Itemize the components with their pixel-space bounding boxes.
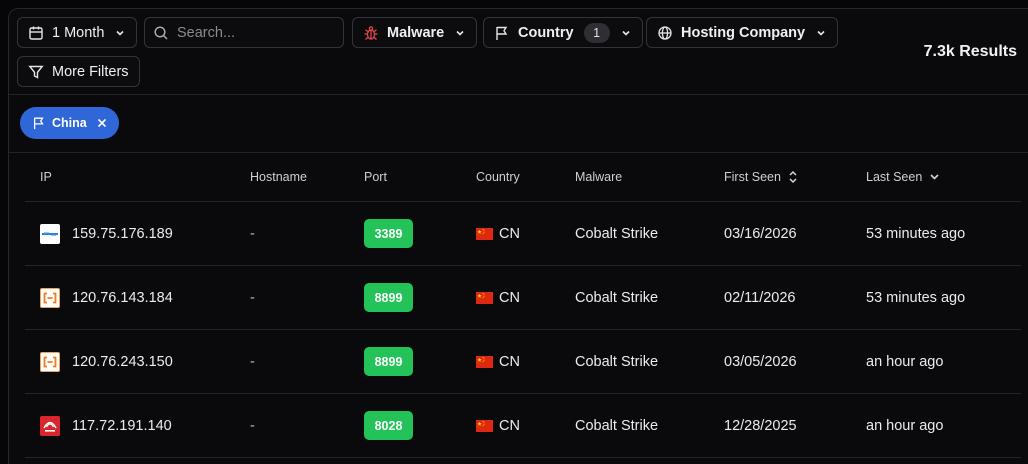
table-row[interactable]: 117.72.191.140 - 8028 CN Cobalt Strike 1… (25, 394, 1021, 458)
table-row[interactable]: 159.75.176.189 - 3389 CN Cobalt Strike 0… (25, 202, 1021, 266)
country-filter-label: Country (518, 24, 574, 41)
first-seen-header-label: First Seen (724, 170, 781, 184)
malware-filter-dropdown[interactable]: Malware (352, 17, 478, 48)
china-flag-icon (476, 355, 493, 368)
china-telecom-logo-icon (40, 415, 60, 436)
last-seen-header-label: Last Seen (866, 170, 923, 184)
chevron-down-icon (620, 27, 632, 39)
filter-icon (28, 64, 44, 80)
hostname-cell: - (250, 353, 255, 370)
port-cell: 8028 (364, 394, 413, 457)
calendar-icon (28, 25, 44, 41)
ip-address-link[interactable]: 120.76.143.184 (72, 290, 173, 306)
active-filter-chip[interactable]: China (20, 107, 119, 139)
malware-cell: Cobalt Strike (575, 353, 659, 370)
search-input[interactable] (177, 24, 337, 41)
chevron-down-icon (815, 27, 827, 39)
country-code: CN (499, 353, 520, 370)
first-seen-cell: 02/11/2026 (724, 289, 796, 306)
port-badge[interactable]: 8028 (364, 411, 413, 440)
column-header-port[interactable]: Port (364, 153, 387, 201)
port-cell: 8899 (364, 330, 413, 393)
china-flag-icon (476, 419, 493, 432)
flag-icon (32, 116, 46, 130)
hostname-cell: - (250, 289, 255, 306)
ip-cell: 117.72.191.140 (40, 394, 172, 457)
ip-cell: 120.76.143.184 (40, 266, 173, 329)
filter-count-badge: 1 (583, 22, 610, 43)
china-flag-icon (476, 227, 493, 240)
port-badge[interactable]: 3389 (364, 219, 413, 248)
column-header-ip[interactable]: IP (40, 153, 52, 201)
country-code: CN (499, 289, 520, 306)
ip-cell: 120.76.243.150 (40, 330, 173, 393)
active-filters-bar: China (9, 96, 1028, 153)
time-range-label: 1 Month (52, 24, 105, 41)
country-cell: CN (476, 394, 520, 457)
flag-icon (494, 25, 510, 41)
first-seen-cell: 12/28/2025 (724, 417, 797, 434)
ip-address-link[interactable]: 120.76.243.150 (72, 354, 173, 370)
alibaba-cloud-logo-icon (40, 351, 60, 372)
ip-address-link[interactable]: 117.72.191.140 (72, 418, 172, 434)
table-row[interactable]: 120.76.143.184 - 8899 CN Cobalt Strike 0… (25, 266, 1021, 330)
last-seen-cell: 53 minutes ago (866, 289, 966, 306)
table-header: IP Hostname Port Country Malware First S… (25, 153, 1021, 202)
alibaba-cloud-logo-icon (40, 287, 60, 308)
search-icon (153, 25, 169, 41)
bug-icon (363, 25, 379, 41)
port-cell: 8899 (364, 266, 413, 329)
last-seen-cell: an hour ago (866, 417, 944, 434)
malware-cell: Cobalt Strike (575, 417, 659, 434)
filter-toolbar: 1 Month Malware Country 1 (9, 9, 1028, 95)
port-cell: 3389 (364, 202, 413, 265)
provider-logo-icon (40, 223, 60, 244)
first-seen-cell: 03/16/2026 (724, 225, 797, 242)
ip-address-link[interactable]: 159.75.176.189 (72, 226, 173, 242)
chevron-down-icon (114, 27, 126, 39)
sort-desc-icon[interactable] (929, 172, 940, 182)
time-range-dropdown[interactable]: 1 Month (17, 17, 138, 48)
active-filter-label: China (52, 116, 87, 130)
table-row[interactable]: 120.76.243.150 - 8899 CN Cobalt Strike 0… (25, 330, 1021, 394)
results-count: 7.3k Results (923, 43, 1017, 60)
hostname-cell: - (250, 417, 255, 434)
malware-filter-label: Malware (387, 24, 445, 41)
more-filters-button[interactable]: More Filters (17, 56, 140, 87)
search-box[interactable] (144, 17, 344, 48)
more-filters-label: More Filters (52, 63, 129, 80)
country-cell: CN (476, 330, 520, 393)
port-badge[interactable]: 8899 (364, 283, 413, 312)
country-cell: CN (476, 266, 520, 329)
main-panel: 1 Month Malware Country 1 (8, 8, 1028, 464)
globe-icon (657, 25, 673, 41)
last-seen-cell: an hour ago (866, 353, 944, 370)
hostname-cell: - (250, 225, 255, 242)
hosting-company-label: Hosting Company (681, 24, 806, 41)
column-header-hostname[interactable]: Hostname (250, 153, 307, 201)
ip-cell: 159.75.176.189 (40, 202, 173, 265)
hosting-company-dropdown[interactable]: Hosting Company (646, 17, 839, 48)
column-header-first-seen[interactable]: First Seen (724, 153, 798, 201)
china-flag-icon (476, 291, 493, 304)
results-table: IP Hostname Port Country Malware First S… (25, 153, 1021, 458)
malware-cell: Cobalt Strike (575, 289, 659, 306)
column-header-country[interactable]: Country (476, 153, 520, 201)
malware-cell: Cobalt Strike (575, 225, 659, 242)
last-seen-cell: 53 minutes ago (866, 225, 966, 242)
close-icon[interactable] (97, 118, 107, 128)
country-code: CN (499, 417, 520, 434)
port-badge[interactable]: 8899 (364, 347, 413, 376)
column-header-last-seen[interactable]: Last Seen (866, 153, 940, 201)
chevron-down-icon (454, 27, 466, 39)
first-seen-cell: 03/05/2026 (724, 353, 797, 370)
column-header-malware[interactable]: Malware (575, 153, 622, 201)
country-cell: CN (476, 202, 520, 265)
country-filter-dropdown[interactable]: Country 1 (483, 17, 643, 48)
country-code: CN (499, 225, 520, 242)
sort-both-icon[interactable] (788, 170, 798, 184)
